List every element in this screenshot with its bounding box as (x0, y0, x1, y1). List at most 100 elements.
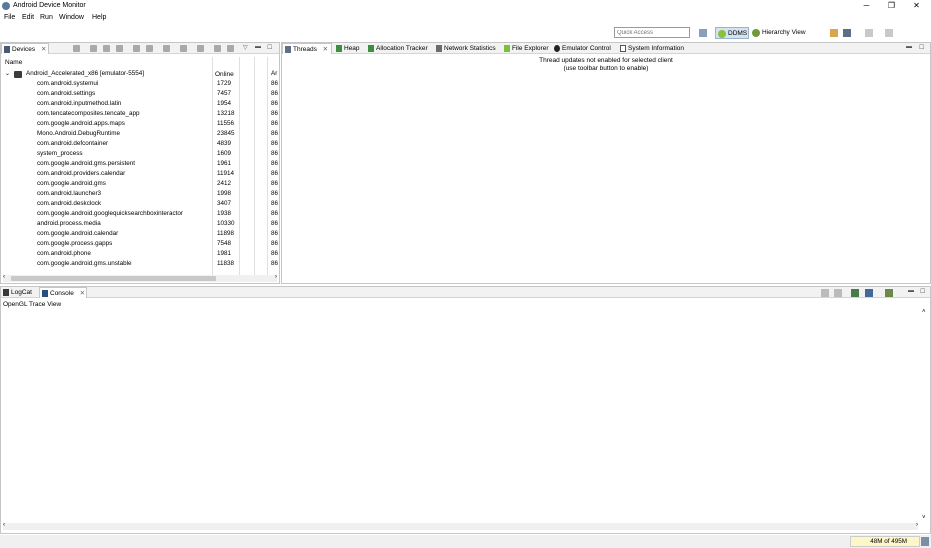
tab-heap[interactable]: Heap (334, 43, 364, 54)
tab-logcat[interactable]: LogCat (1, 287, 37, 298)
horizontal-scrollbar[interactable]: ‹ › (3, 522, 918, 530)
process-row[interactable]: com.android.inputmethod.latin 1954 86 (1, 99, 279, 109)
start-method-profiling-icon[interactable] (146, 45, 153, 52)
opengl-trace-icon[interactable] (227, 45, 234, 52)
restore-button[interactable]: ❐ (879, 0, 904, 12)
update-heap-icon[interactable] (90, 45, 97, 52)
scrollbar-thumb[interactable] (11, 276, 216, 281)
scroll-up-icon[interactable]: ˄ (922, 309, 926, 315)
maximize-view-icon[interactable]: ☐ (920, 288, 925, 295)
menu-file[interactable]: File (4, 14, 15, 21)
process-row[interactable]: com.android.deskclock 3407 86 (1, 199, 279, 209)
tab-devices[interactable]: Devices ✕ (1, 43, 49, 54)
device-row[interactable]: ⌄ Android_Accelerated_x86 [emulator-5554… (1, 69, 279, 79)
maximize-view-icon[interactable]: ☐ (919, 44, 924, 51)
search-icon[interactable] (843, 29, 851, 37)
process-row[interactable]: com.google.android.gms.persistent 1961 86 (1, 159, 279, 169)
back-navigation-icon[interactable] (830, 29, 838, 37)
scroll-lock-icon[interactable] (834, 289, 842, 297)
process-row[interactable]: com.google.android.gms 2412 86 (1, 179, 279, 189)
console-icon (42, 290, 48, 297)
minimize-view-icon[interactable]: ▬ (255, 44, 261, 50)
pin-console-icon[interactable] (851, 289, 859, 297)
stop-process-icon[interactable] (163, 45, 170, 52)
tab-threads[interactable]: Threads ✕ (282, 43, 332, 54)
view-menu-icon[interactable]: ▽ (243, 44, 248, 51)
open-console-icon[interactable] (885, 289, 893, 297)
process-row[interactable]: com.android.launcher3 1998 86 (1, 189, 279, 199)
close-icon[interactable]: ✕ (80, 290, 85, 297)
minimize-view-icon[interactable]: ▬ (908, 288, 914, 294)
tab-system-information-label: System Information (628, 45, 684, 52)
android-icon (718, 30, 726, 38)
minimize-button[interactable]: ─ (854, 0, 879, 12)
maximize-view-icon[interactable]: ☐ (267, 44, 272, 51)
scroll-down-icon[interactable]: ˅ (922, 515, 926, 521)
heap-status[interactable]: 48M of 495M (850, 536, 920, 547)
horizontal-scrollbar[interactable]: ‹ › (3, 274, 277, 282)
menu-window[interactable]: Window (59, 14, 84, 21)
systrace-icon[interactable] (214, 45, 221, 52)
tab-network-statistics[interactable]: Network Statistics (434, 43, 500, 54)
cause-gc-icon[interactable] (116, 45, 123, 52)
update-threads-icon[interactable] (133, 45, 140, 52)
quick-access-input[interactable] (614, 27, 690, 38)
process-row[interactable]: com.android.phone 1981 86 (1, 249, 279, 259)
process-row[interactable]: Mono.Android.DebugRuntime 23845 86 (1, 129, 279, 139)
process-name: system_process (37, 150, 83, 157)
process-row[interactable]: system_process 1609 86 (1, 149, 279, 159)
menu-run[interactable]: Run (40, 14, 53, 21)
process-port: 86 (271, 120, 279, 127)
process-port: 86 (271, 230, 279, 237)
chevron-down-icon[interactable]: ⌄ (5, 69, 10, 79)
process-row[interactable]: com.google.android.googlequicksearchboxi… (1, 209, 279, 219)
close-icon[interactable]: ✕ (41, 46, 46, 53)
scroll-left-icon[interactable]: ‹ (3, 522, 5, 528)
tab-console[interactable]: Console ✕ (39, 287, 87, 298)
scroll-right-icon[interactable]: › (275, 274, 277, 280)
tab-network-statistics-label: Network Statistics (444, 45, 496, 52)
chevron-down-icon[interactable] (856, 29, 861, 37)
tab-system-information[interactable]: System Information (618, 43, 690, 54)
display-console-icon[interactable] (865, 289, 873, 297)
tab-emulator-control[interactable]: Emulator Control (552, 43, 616, 54)
process-row[interactable]: com.google.process.gapps 7548 86 (1, 239, 279, 249)
debug-icon[interactable] (73, 45, 80, 52)
tab-file-explorer[interactable]: File Explorer (502, 43, 550, 54)
tab-allocation-tracker[interactable]: Allocation Tracker (366, 43, 432, 54)
dump-hprof-icon[interactable] (103, 45, 110, 52)
process-row[interactable]: com.google.android.calendar 11898 86 (1, 229, 279, 239)
clear-console-icon[interactable] (821, 289, 829, 297)
process-row[interactable]: com.android.systemui 1729 86 (1, 79, 279, 89)
device-icon (4, 46, 10, 53)
trash-icon[interactable] (921, 537, 929, 546)
menu-help[interactable]: Help (92, 14, 106, 21)
previous-edit-icon[interactable] (865, 29, 873, 37)
process-row[interactable]: com.android.providers.calendar 11914 86 (1, 169, 279, 179)
process-row[interactable]: com.google.android.apps.maps 11556 86 (1, 119, 279, 129)
column-name[interactable]: Name (5, 59, 22, 66)
process-row[interactable]: com.tencatecomposites.tencate_app 13218 86 (1, 109, 279, 119)
screen-capture-icon[interactable] (180, 45, 187, 52)
minimize-view-icon[interactable]: ▬ (906, 44, 912, 50)
process-row[interactable]: com.android.settings 7457 86 (1, 89, 279, 99)
devices-tabstrip: Devices ✕ ▽ ▬ ☐ (1, 43, 279, 54)
dump-view-hierarchy-icon[interactable] (197, 45, 204, 52)
next-edit-icon[interactable] (885, 29, 893, 37)
process-pid: 11556 (217, 120, 235, 127)
process-name: com.android.providers.calendar (37, 170, 126, 177)
menu-edit[interactable]: Edit (22, 14, 34, 21)
scroll-right-icon[interactable]: › (916, 522, 918, 528)
process-name: com.android.systemui (37, 80, 99, 87)
process-row[interactable]: com.google.android.gms.unstable 11838 86 (1, 259, 279, 269)
process-row[interactable]: com.android.defcontainer 4839 86 (1, 139, 279, 149)
device-icon (14, 71, 22, 78)
vertical-scrollbar[interactable]: ˄ ˅ (921, 309, 929, 521)
close-button[interactable]: ✕ (904, 0, 929, 12)
close-icon[interactable]: ✕ (323, 46, 328, 53)
process-row[interactable]: android.process.media 10330 86 (1, 219, 279, 229)
perspective-hierarchy-button[interactable]: Hierarchy View (750, 27, 810, 39)
scroll-left-icon[interactable]: ‹ (3, 274, 5, 280)
open-perspective-icon[interactable] (699, 29, 707, 37)
perspective-ddms-button[interactable]: DDMS (715, 27, 749, 39)
